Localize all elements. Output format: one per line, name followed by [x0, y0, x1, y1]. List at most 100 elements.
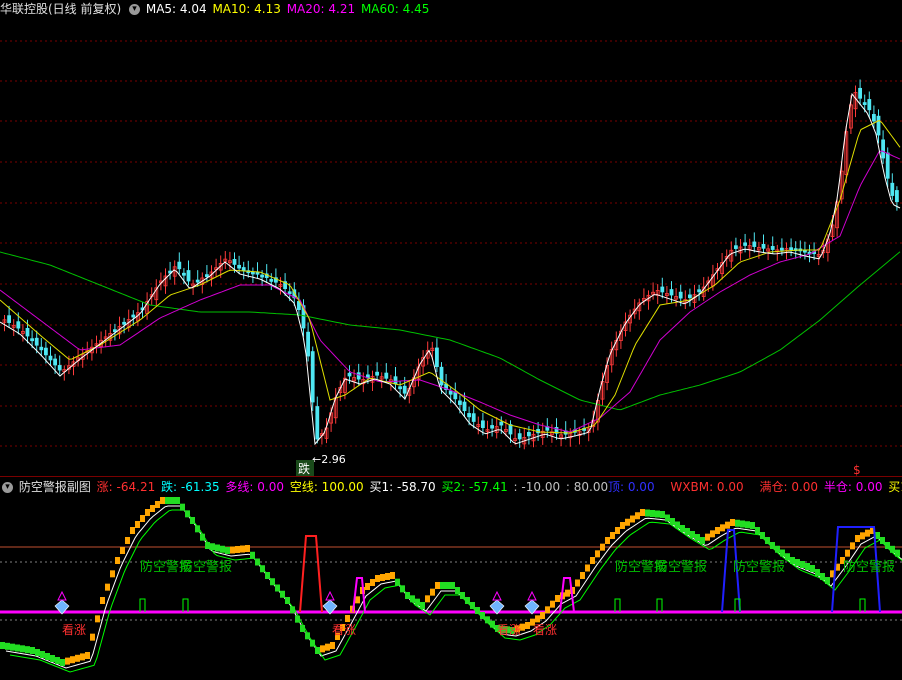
candle-body: [660, 286, 665, 293]
indicator-value: : 80.00: [565, 480, 609, 494]
trend-block: [75, 654, 80, 662]
trend-block: [770, 542, 775, 549]
trend-block: [775, 545, 780, 553]
trend-block: [60, 659, 65, 666]
trend-block: [180, 503, 185, 511]
trend-block: [345, 615, 350, 622]
trend-block: [820, 573, 825, 580]
trend-block: [255, 558, 260, 566]
candle-body: [113, 329, 117, 333]
trend-block: [545, 606, 550, 614]
trend-block: [615, 527, 620, 534]
trend-block: [540, 612, 545, 619]
candle-body: [752, 241, 757, 247]
triangle-icon: [325, 590, 335, 601]
trend-block: [625, 518, 630, 526]
trend-block: [330, 642, 335, 649]
trend-block: [150, 505, 155, 512]
trend-block: [205, 542, 210, 549]
trend-block: [690, 531, 695, 538]
trend-block: [620, 522, 625, 529]
candle-body: [356, 372, 361, 380]
trend-block: [480, 612, 485, 619]
candle-body: [30, 338, 35, 342]
candle-body: [402, 385, 407, 394]
chevron-down-icon[interactable]: ▾: [2, 482, 13, 493]
trend-block: [575, 579, 580, 587]
candle-body: [434, 347, 439, 367]
trend-block: [800, 561, 805, 568]
candle-body: [241, 267, 246, 271]
dollar-tag: $: [853, 463, 861, 477]
trend-block: [715, 527, 720, 534]
trend-block: [450, 582, 455, 589]
candle-body: [678, 291, 683, 299]
candle-body: [250, 271, 255, 275]
trend-block: [130, 527, 135, 534]
trend-block: [440, 582, 445, 589]
candle-body: [881, 139, 885, 159]
trend-block: [160, 497, 165, 504]
trend-block: [90, 633, 95, 641]
trend-block: [145, 509, 150, 516]
signal-tick: [859, 598, 866, 612]
trend-block: [245, 545, 250, 552]
trend-block: [365, 583, 370, 590]
candle-body: [186, 270, 191, 282]
trend-block: [120, 547, 125, 554]
indicator-value: 空线: 100.00: [289, 480, 364, 494]
candle-body: [508, 424, 513, 435]
trend-block: [890, 545, 895, 553]
trend-block: [105, 583, 110, 591]
trend-block: [860, 532, 865, 540]
trend-block: [195, 525, 200, 533]
trend-block: [315, 647, 320, 654]
candle-body: [53, 358, 57, 366]
trend-block: [555, 595, 560, 602]
candle-body: [347, 372, 352, 377]
trend-block: [760, 532, 765, 539]
trend-block: [485, 616, 490, 624]
candle-body: [204, 274, 209, 278]
trend-block: [655, 510, 660, 518]
trend-block: [70, 656, 75, 664]
trend-block: [445, 582, 450, 589]
trend-block: [610, 532, 615, 539]
trend-block: [20, 645, 25, 653]
trend-block: [630, 515, 635, 523]
candle-body: [499, 421, 504, 426]
trend-block: [455, 587, 460, 594]
candle-body: [734, 245, 738, 249]
trend-block: [465, 597, 470, 604]
trend-block: [845, 549, 850, 557]
trend-block: [475, 607, 480, 614]
trend-block: [400, 585, 405, 593]
sub-indicator: [0, 497, 902, 673]
trend-block: [895, 549, 900, 557]
trend-block: [0, 642, 5, 649]
trend-block: [305, 632, 310, 640]
candle-body: [269, 278, 274, 282]
trend-block: [225, 547, 230, 554]
indicator-value: : -10.00: [513, 480, 561, 494]
candle-body: [195, 279, 200, 283]
trend-block: [190, 517, 195, 524]
candle-body: [688, 294, 692, 299]
candle-body: [181, 272, 186, 276]
trend-block: [750, 522, 755, 529]
signal-tick: [614, 598, 621, 612]
trend-block: [695, 534, 700, 541]
trend-block: [745, 521, 750, 529]
trend-block: [375, 575, 380, 582]
candle-body: [867, 99, 872, 111]
candle-body: [490, 425, 495, 429]
indicator-value: 半仓: 0.00: [823, 480, 883, 494]
candle-body: [872, 114, 876, 122]
rise-tag: 看涨: [332, 622, 356, 637]
candle-body: [131, 314, 136, 318]
candle-body: [895, 190, 899, 203]
trend-block: [45, 653, 50, 660]
trend-block: [850, 542, 855, 550]
trend-block: [645, 509, 650, 517]
sub-chart-title: 防空警报副图: [18, 480, 91, 494]
